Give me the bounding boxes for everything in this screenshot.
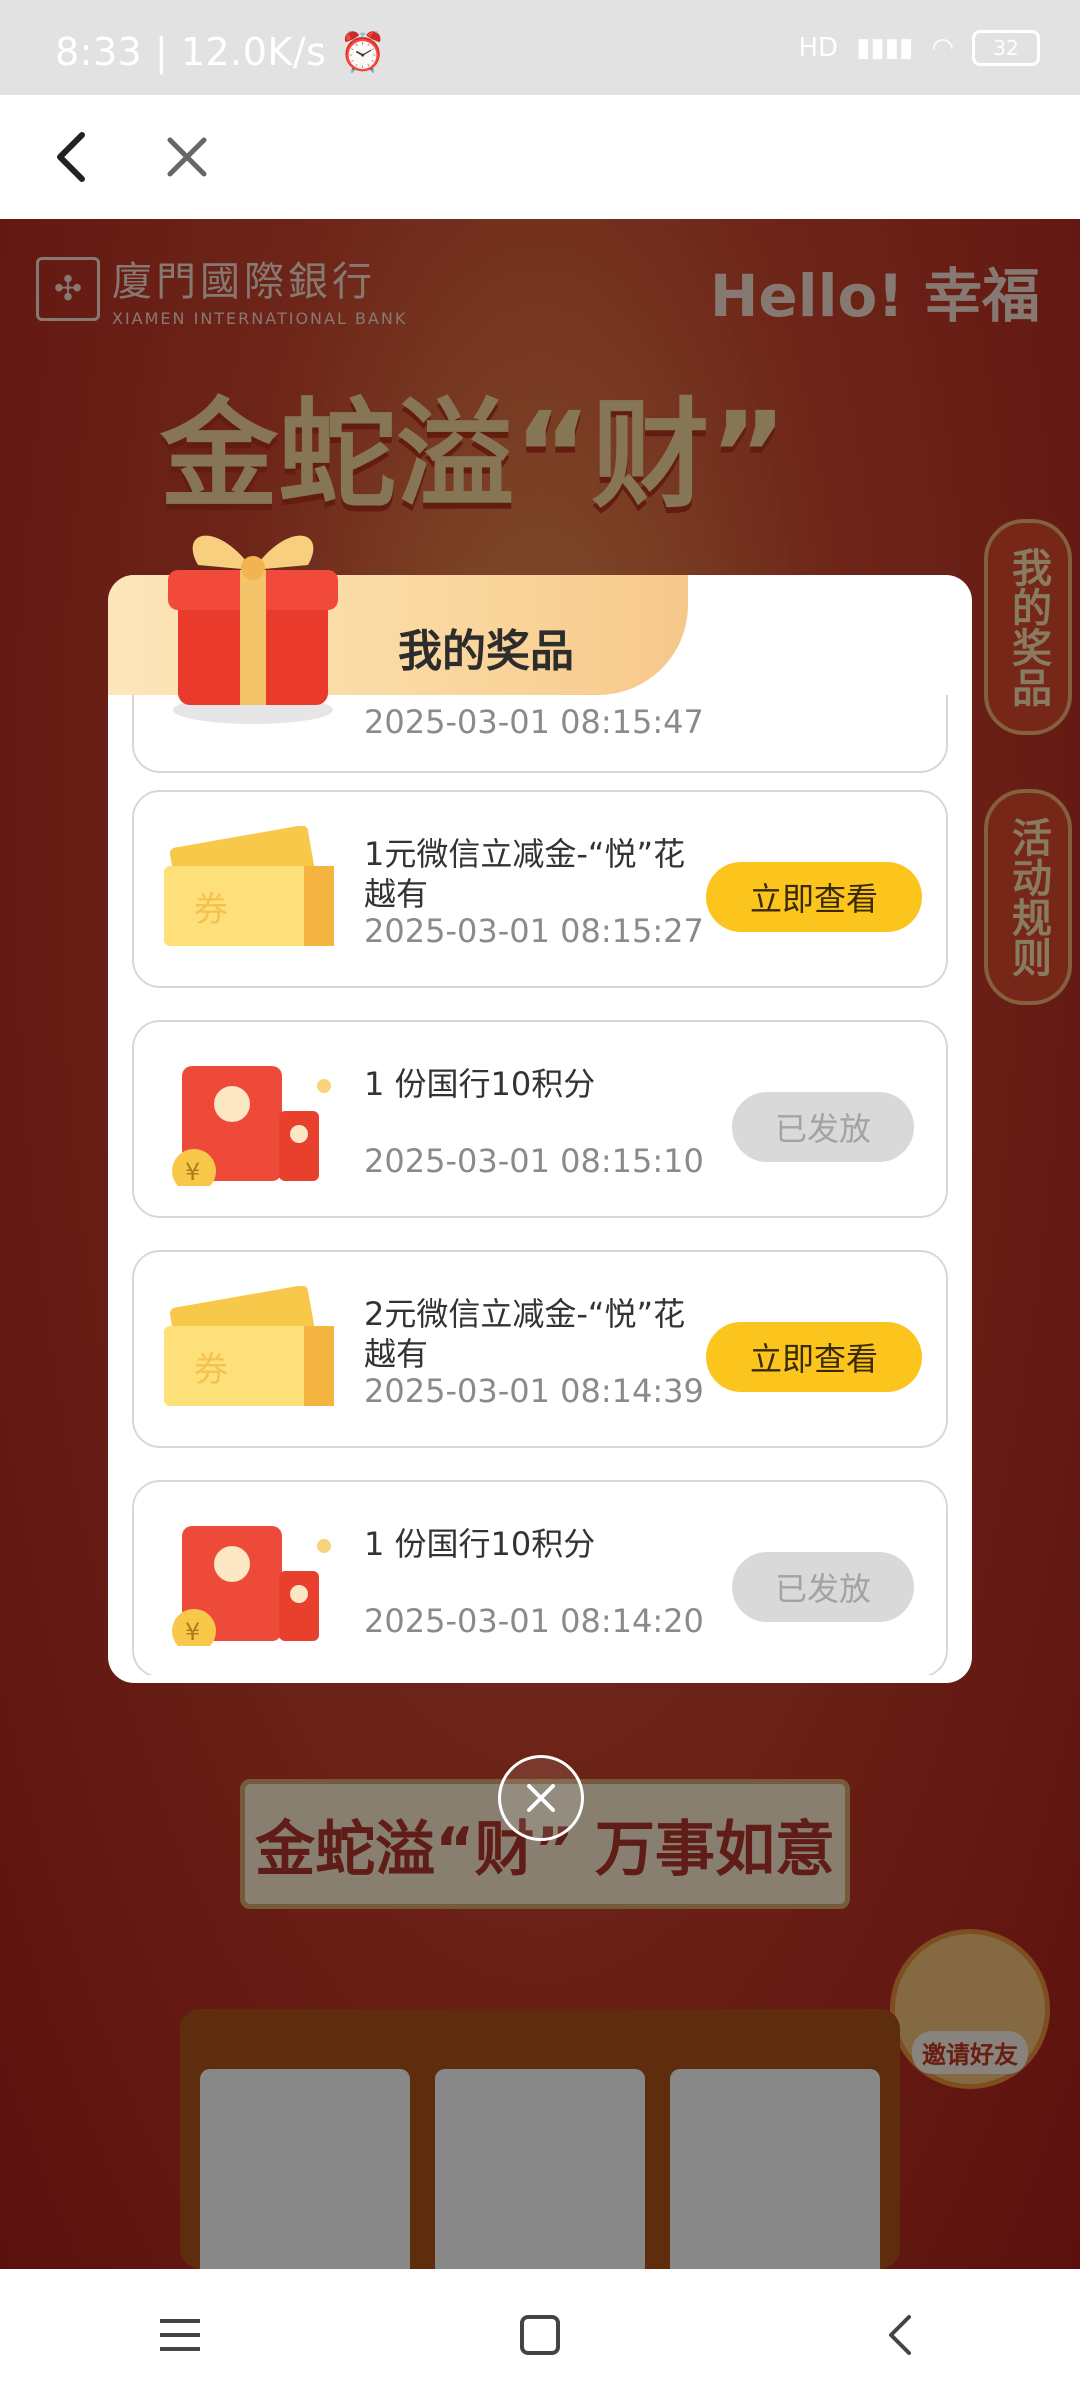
prize-card: 券 2元微信立减金-“悦”花越有 2025-03-01 08:14:39 立即查… — [132, 1250, 948, 1448]
svg-text:券: 券 — [194, 1350, 228, 1390]
modal-close-button[interactable] — [498, 1755, 584, 1841]
view-prize-button[interactable]: 立即查看 — [706, 862, 922, 932]
prize-card: 券 1元微信立减金-“悦”花越有 2025-03-01 08:15:27 立即查… — [132, 790, 948, 988]
issued-status-button: 已发放 — [732, 1552, 914, 1622]
chevron-left-icon — [57, 132, 85, 182]
status-time: 8:33 | 12.0K/s ⏰ — [55, 30, 387, 74]
chevron-left-icon — [889, 2314, 911, 2355]
system-nav-bar — [0, 2269, 1080, 2400]
prize-name: 1 份国行10积分 — [364, 1525, 596, 1563]
battery-level: 32 — [993, 36, 1019, 60]
prize-name: 1元微信立减金-“悦”花越有 — [364, 835, 686, 913]
prize-card: ¥ 1 份国行10积分 2025-03-01 08:14:20 已发放 — [132, 1480, 948, 1675]
prize-name: 2元微信立减金-“悦”花越有 — [364, 1295, 686, 1373]
prize-list[interactable]: 2025-03-01 08:15:47 券 1元微信立减金-“悦”花越有 202… — [132, 695, 948, 1675]
home-square-icon — [520, 2314, 560, 2355]
red-packet-icon: ¥ — [172, 1526, 331, 1646]
back-button[interactable] — [40, 125, 104, 189]
red-packet-icon: ¥ — [172, 1066, 331, 1186]
status-right: HD ▮▮▮▮ ◠ 32 — [798, 30, 1040, 66]
prize-time: 2025-03-01 08:15:27 — [364, 912, 704, 950]
modal-title: 我的奖品 — [398, 626, 574, 677]
svg-text:¥: ¥ — [185, 1618, 200, 1646]
wifi-icon: ◠ — [931, 33, 954, 63]
prize-time: 2025-03-01 08:14:20 — [364, 1602, 704, 1640]
network-type: HD — [798, 33, 839, 63]
prize-card: ¥ 1 份国行10积分 2025-03-01 08:15:10 已发放 — [132, 1020, 948, 1218]
svg-text:券: 券 — [194, 890, 228, 930]
webview-navbar — [0, 95, 1080, 219]
my-prizes-modal: 我的奖品 2025-03-01 08:15:47 券 1元微信立减金-“悦”花越… — [108, 575, 972, 1683]
clock: 8:33 — [55, 30, 143, 74]
coupon-icon: 券 — [164, 826, 334, 946]
status-bar: 8:33 | 12.0K/s ⏰ HD ▮▮▮▮ ◠ 32 — [0, 0, 1080, 95]
prize-time: 2025-03-01 08:15:47 — [364, 703, 704, 741]
close-icon — [527, 1784, 555, 1812]
view-prize-button[interactable]: 立即查看 — [706, 1322, 922, 1392]
system-back-button[interactable] — [865, 2300, 935, 2370]
signal-icon: ▮▮▮▮ — [856, 33, 914, 63]
coupon-icon: 券 — [164, 1286, 334, 1406]
svg-text:¥: ¥ — [185, 1158, 200, 1186]
close-webview-button[interactable] — [155, 125, 219, 189]
prize-name: 1 份国行10积分 — [364, 1065, 596, 1103]
battery-icon: 32 — [972, 30, 1040, 66]
issued-status-button: 已发放 — [732, 1092, 914, 1162]
menu-button[interactable] — [145, 2300, 215, 2370]
close-icon — [167, 137, 207, 177]
network-speed: 12.0K/s — [180, 30, 327, 74]
menu-icon — [160, 2318, 200, 2351]
home-button[interactable] — [505, 2300, 575, 2370]
prize-time: 2025-03-01 08:15:10 — [364, 1142, 704, 1180]
prize-time: 2025-03-01 08:14:39 — [364, 1372, 704, 1410]
gift-box-icon — [168, 535, 338, 724]
